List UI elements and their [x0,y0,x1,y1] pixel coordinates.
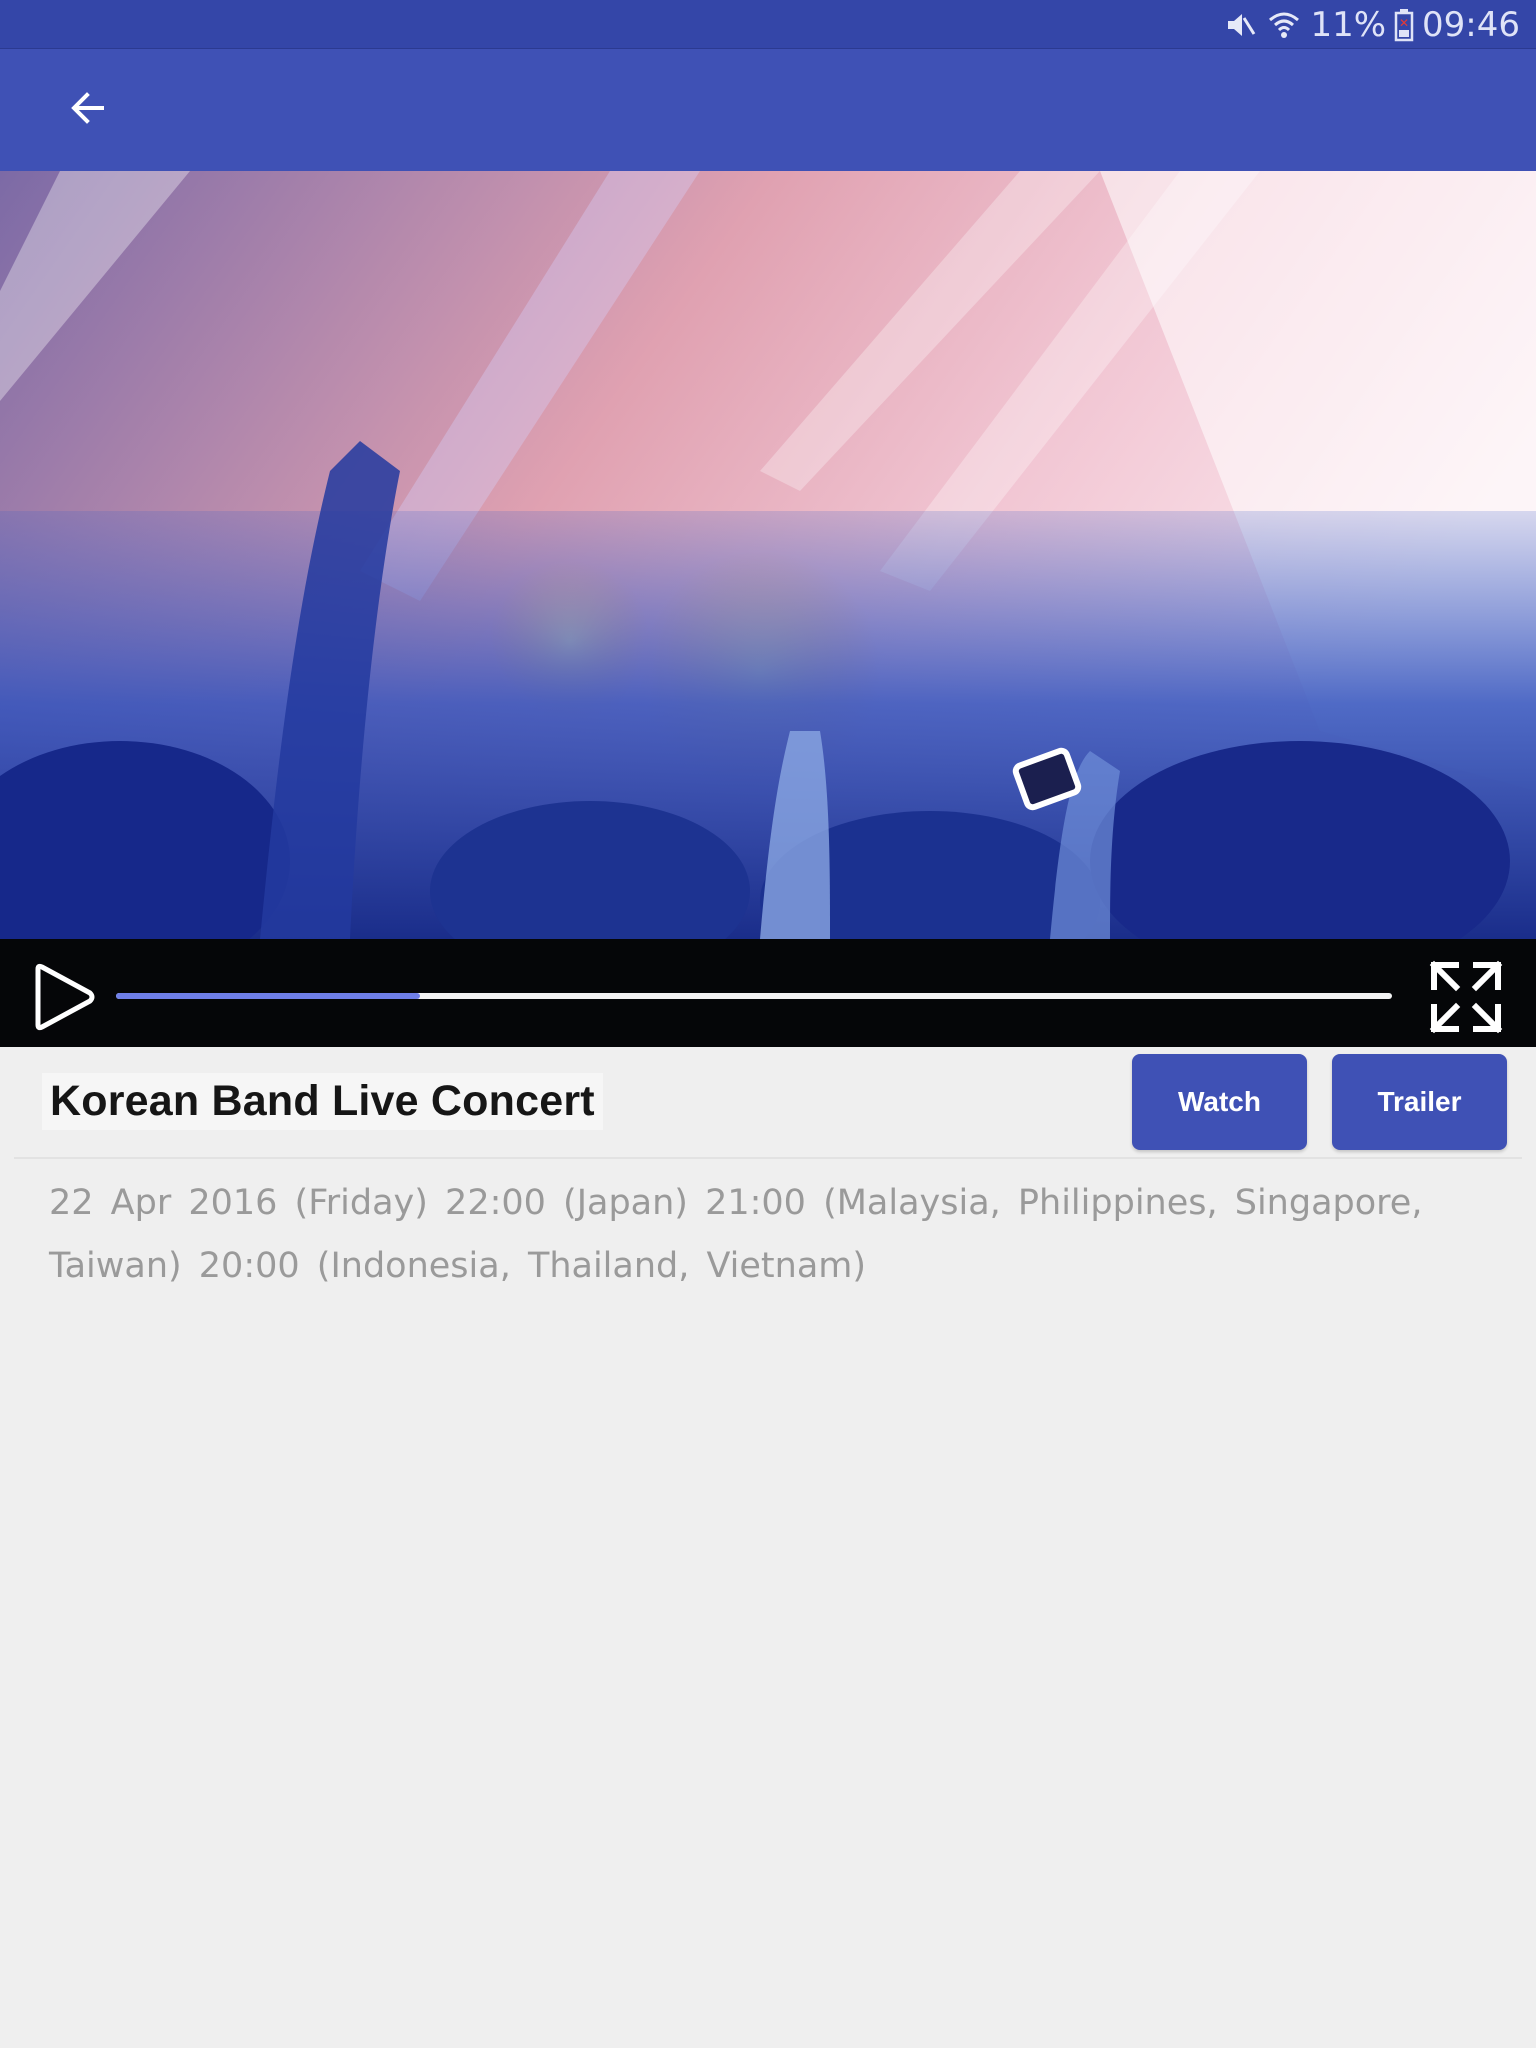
status-icons: 11% ✕ 09:46 [1222,0,1520,49]
fullscreen-button[interactable] [1426,957,1506,1037]
app-bar [0,49,1536,171]
fullscreen-icon [1426,960,1506,1041]
battery-low-icon: ✕ [1394,8,1414,42]
event-schedule: 22 Apr 2016 (Friday) 22:00 (Japan) 21:00… [49,1183,1423,1286]
svg-text:✕: ✕ [1399,16,1409,30]
progress-bar[interactable] [116,993,1392,999]
play-button[interactable] [28,961,100,1033]
clock: 09:46 [1422,4,1520,45]
battery-percentage: 11% [1310,4,1387,45]
status-bar: 11% ✕ 09:46 [0,0,1536,49]
event-header: Korean Band Live Concert Watch Trailer [0,1047,1536,1158]
concert-crowd-image [0,171,1536,939]
video-controls [0,939,1536,1047]
play-icon [28,963,100,1037]
back-button[interactable] [52,82,122,138]
wifi-icon [1266,7,1302,43]
trailer-button[interactable]: Trailer [1332,1054,1507,1150]
mute-icon [1222,7,1258,43]
arrow-left-icon [67,88,107,133]
watch-button[interactable]: Watch [1132,1054,1307,1150]
event-title: Korean Band Live Concert [42,1073,603,1130]
progress-fill [116,993,420,999]
divider [14,1157,1522,1159]
video-player[interactable] [0,171,1536,1047]
